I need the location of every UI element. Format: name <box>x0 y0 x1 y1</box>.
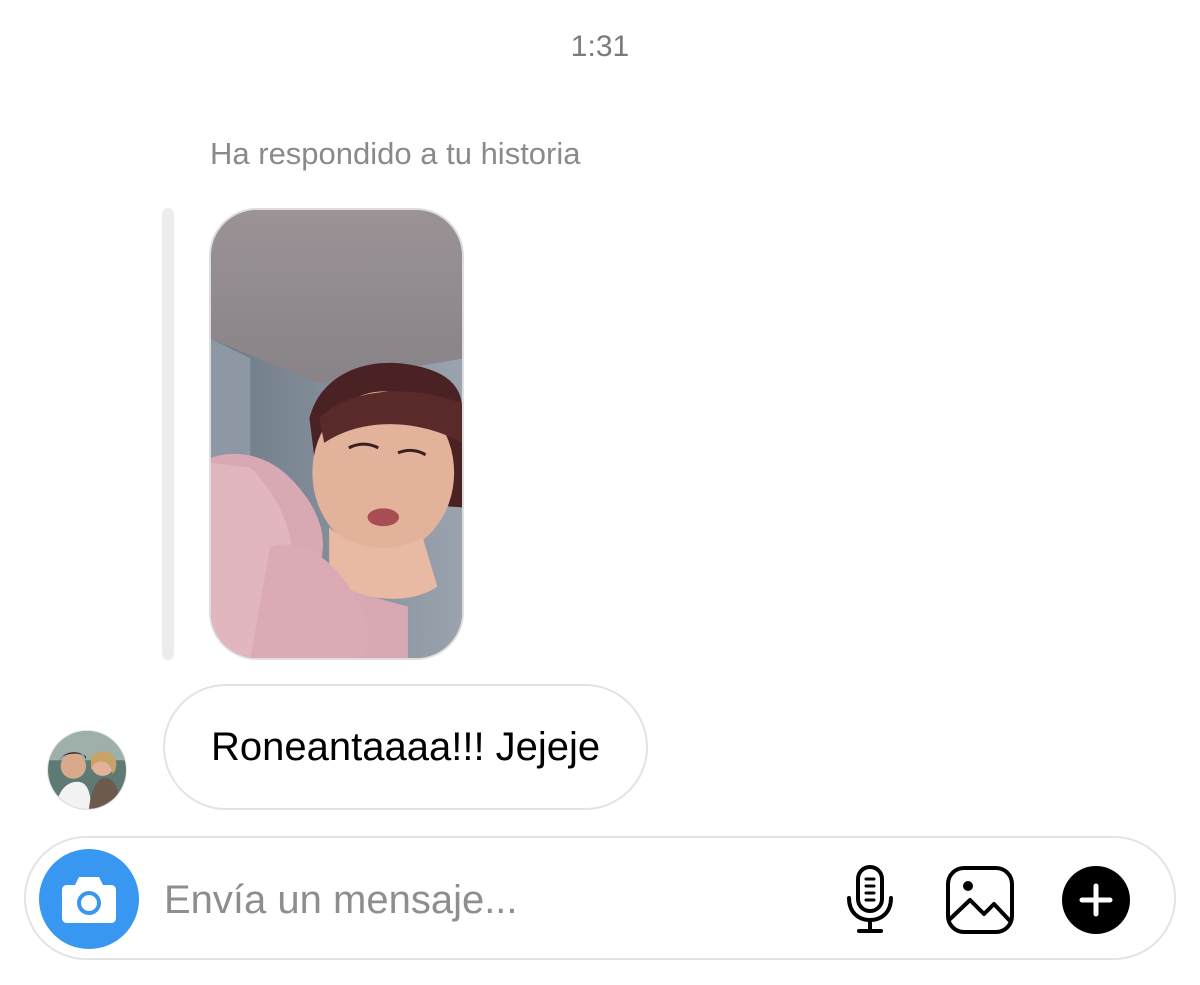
camera-icon <box>62 877 116 923</box>
story-photo <box>211 210 462 658</box>
image-gallery-icon <box>946 866 1014 934</box>
story-thumbnail[interactable] <box>209 208 464 660</box>
message-input[interactable] <box>164 858 804 942</box>
plus-icon <box>1062 866 1130 934</box>
received-message-bubble[interactable]: Roneantaaaa!!! Jejeje <box>163 684 649 810</box>
avatar-photo <box>48 731 126 809</box>
message-timestamp: 1:31 <box>570 30 630 63</box>
gallery-button[interactable] <box>942 862 1018 938</box>
microphone-icon <box>847 865 893 933</box>
sender-avatar[interactable] <box>47 730 127 810</box>
direct-message-thread: 1:31 Ha respondido a tu historia Roneant… <box>0 0 1200 985</box>
story-quote-bar <box>162 208 174 660</box>
story-reply-label: Ha respondido a tu historia <box>210 136 581 171</box>
message-composer <box>24 836 1176 960</box>
voice-message-button[interactable] <box>832 862 908 938</box>
camera-button[interactable] <box>39 849 139 949</box>
more-options-button[interactable] <box>1058 862 1134 938</box>
